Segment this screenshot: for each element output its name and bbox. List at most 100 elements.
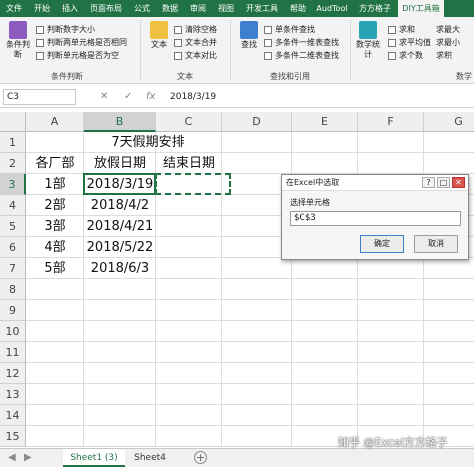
cell[interactable] [222, 405, 292, 426]
factory-cell[interactable]: 5部 [26, 258, 84, 279]
restore-icon[interactable]: □ [437, 177, 450, 188]
prev-sheet-icon[interactable]: ◀ [8, 452, 16, 463]
cell[interactable] [156, 363, 222, 384]
tab-formulas[interactable]: 公式 [128, 0, 156, 17]
cell[interactable] [222, 384, 292, 405]
cell[interactable] [292, 363, 358, 384]
sheet-tab[interactable]: Sheet4 [129, 449, 171, 467]
cell[interactable] [424, 258, 474, 279]
cell[interactable] [84, 342, 156, 363]
cell[interactable] [26, 132, 84, 153]
next-sheet-icon[interactable]: ▶ [24, 452, 32, 463]
cell[interactable] [292, 321, 358, 342]
cell[interactable] [222, 258, 292, 279]
text-compare-item[interactable]: 文本对比 [174, 50, 217, 61]
cancel-icon[interactable]: ✕ [100, 89, 108, 105]
tab-review[interactable]: 审阅 [184, 0, 212, 17]
tab-data[interactable]: 数据 [156, 0, 184, 17]
name-box[interactable]: C3 [3, 89, 76, 105]
cell[interactable] [292, 342, 358, 363]
text-merge-item[interactable]: 文本合并 [174, 37, 217, 48]
tab-help[interactable]: 帮助 [284, 0, 312, 17]
cell[interactable] [84, 384, 156, 405]
multi-2d-lookup-item[interactable]: 多条件二维表查找 [264, 50, 339, 61]
condition-button[interactable]: 条件判断 [3, 21, 33, 60]
cell[interactable] [84, 363, 156, 384]
cell[interactable] [222, 153, 292, 174]
cell[interactable] [424, 279, 474, 300]
row-header-15[interactable]: 15 [0, 426, 26, 447]
row-header-10[interactable]: 10 [0, 321, 26, 342]
date-cell[interactable]: 2018/6/3 [84, 258, 156, 279]
row-header-9[interactable]: 9 [0, 300, 26, 321]
sheet-tab-active[interactable]: Sheet1 (3) [63, 449, 125, 467]
row-header-13[interactable]: 13 [0, 384, 26, 405]
date-cell[interactable]: 2018/4/2 [84, 195, 156, 216]
cell[interactable] [222, 363, 292, 384]
row-header-14[interactable]: 14 [0, 405, 26, 426]
cell[interactable] [156, 216, 222, 237]
enter-icon[interactable]: ✓ [124, 89, 132, 105]
cell[interactable] [26, 426, 84, 447]
cell[interactable] [222, 426, 292, 447]
tab-home[interactable]: 开始 [28, 0, 56, 17]
cell[interactable] [424, 132, 474, 153]
cell[interactable] [358, 321, 424, 342]
cell[interactable] [358, 384, 424, 405]
cell[interactable] [358, 363, 424, 384]
cell[interactable] [292, 153, 358, 174]
cell[interactable] [358, 132, 424, 153]
row-header-11[interactable]: 11 [0, 342, 26, 363]
cell[interactable] [156, 237, 222, 258]
date-cell[interactable]: 2018/5/22 [84, 237, 156, 258]
cell[interactable] [84, 321, 156, 342]
cell[interactable] [222, 279, 292, 300]
header-factory[interactable]: 各厂部 [26, 153, 84, 174]
column-header-c[interactable]: C [156, 112, 222, 132]
tab-developer[interactable]: 开发工具 [240, 0, 284, 17]
cell[interactable] [424, 321, 474, 342]
column-header-d[interactable]: D [222, 112, 292, 132]
cell[interactable] [156, 279, 222, 300]
row-header-2[interactable]: 2 [0, 153, 26, 174]
cell[interactable] [424, 384, 474, 405]
math-stats-button[interactable]: 数学统计 [353, 21, 383, 60]
header-holiday-date[interactable]: 放假日期 [84, 153, 156, 174]
cell[interactable] [222, 342, 292, 363]
cell[interactable] [26, 279, 84, 300]
factory-cell[interactable]: 1部 [26, 174, 84, 195]
cancel-button[interactable]: 取消 [414, 235, 458, 253]
cell[interactable] [358, 153, 424, 174]
cell[interactable] [424, 342, 474, 363]
cell[interactable] [424, 363, 474, 384]
cell[interactable] [424, 405, 474, 426]
cell[interactable] [26, 384, 84, 405]
cell[interactable] [156, 321, 222, 342]
sum-item[interactable]: 求和 [388, 24, 415, 35]
date-cell[interactable]: 2018/4/21 [84, 216, 156, 237]
cell[interactable] [156, 300, 222, 321]
column-header-f[interactable]: F [358, 112, 424, 132]
row-header-5[interactable]: 5 [0, 216, 26, 237]
tab-insert[interactable]: 插入 [56, 0, 84, 17]
select-all-corner[interactable] [0, 112, 26, 132]
row-header-3[interactable]: 3 [0, 174, 26, 195]
cell[interactable] [156, 258, 222, 279]
row-header-12[interactable]: 12 [0, 363, 26, 384]
text-button[interactable]: 文本 [144, 21, 174, 50]
cell[interactable] [358, 300, 424, 321]
ok-button[interactable]: 确定 [360, 235, 404, 253]
cell[interactable] [156, 384, 222, 405]
compare-number-item[interactable]: 判断数字大小 [36, 24, 95, 35]
tab-file[interactable]: 文件 [0, 0, 28, 17]
cell[interactable] [292, 300, 358, 321]
min-item[interactable]: 求最小 [436, 37, 460, 48]
cell[interactable] [424, 153, 474, 174]
factory-cell[interactable]: 3部 [26, 216, 84, 237]
cell[interactable] [156, 195, 222, 216]
column-header-g[interactable]: G [424, 112, 474, 132]
cell[interactable] [26, 363, 84, 384]
cell[interactable] [292, 279, 358, 300]
cell[interactable] [222, 300, 292, 321]
multi-1d-lookup-item[interactable]: 多条件一维表查找 [264, 37, 339, 48]
